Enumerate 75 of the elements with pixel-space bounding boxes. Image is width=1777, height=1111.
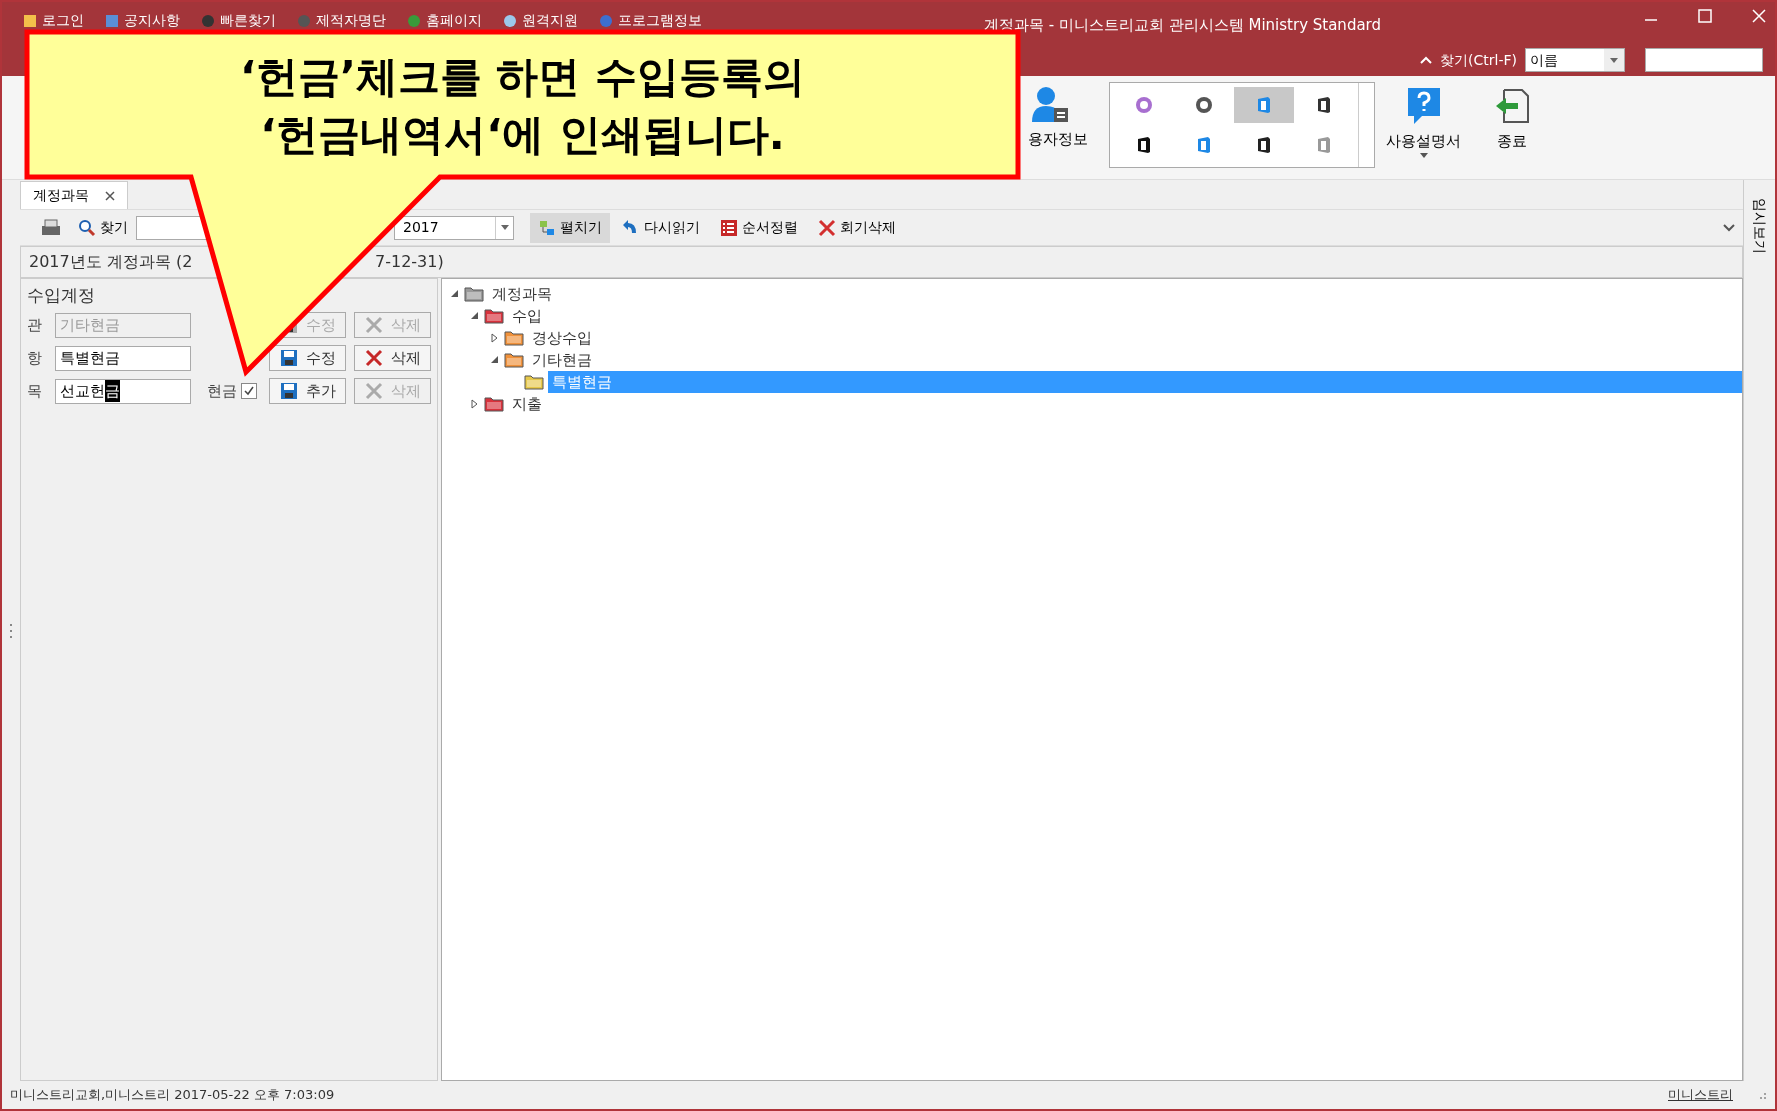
expanded-arrow-icon[interactable] — [450, 289, 460, 299]
menu-icon — [104, 12, 120, 29]
search-type-dropdown[interactable]: 이름 — [1525, 48, 1625, 72]
close-icon[interactable] — [105, 190, 115, 201]
search-icon — [78, 218, 96, 237]
toolbar-button[interactable]: 펼치기 — [530, 212, 610, 243]
menu-icon — [200, 12, 216, 29]
menu-item[interactable]: 프로그램정보 — [598, 10, 702, 31]
field-label: 관 — [27, 314, 43, 336]
collapse-icon[interactable] — [1420, 55, 1433, 65]
cash-checkbox[interactable] — [241, 383, 258, 399]
resize-grip-icon[interactable] — [1757, 1090, 1767, 1100]
menu-item[interactable]: 홈페이지 — [406, 10, 482, 31]
caret-icon — [1419, 152, 1428, 159]
delete-icon — [364, 316, 383, 334]
theme-icon — [1134, 95, 1154, 115]
menu-item[interactable]: 로그인 — [22, 10, 84, 31]
check-icon — [243, 385, 256, 397]
toolbar-button[interactable]: 회기삭제 — [810, 212, 904, 243]
tree-item[interactable]: 수입 — [508, 304, 546, 328]
menu-icon — [22, 12, 38, 29]
theme-icon — [1194, 95, 1214, 115]
menu-icon — [406, 12, 422, 29]
tree-item[interactable]: 기타현금 — [528, 348, 596, 372]
expanded-arrow-icon[interactable] — [490, 355, 500, 365]
panel-title: 2017년도 계정과목 (2 — [29, 251, 193, 273]
delete-icon — [364, 349, 383, 367]
delete-button[interactable]: 삭제 — [354, 345, 431, 371]
text-input[interactable]: 선교헌금 — [54, 378, 191, 404]
menu-item[interactable]: 제적자명단 — [296, 10, 386, 31]
printer-icon[interactable] — [40, 217, 62, 238]
menu-icon — [502, 12, 518, 29]
menu-item[interactable]: 빠른찾기 — [200, 10, 276, 31]
checkbox-label: 현금 — [207, 380, 238, 402]
delete-icon — [364, 382, 383, 400]
status-text: 미니스트리교회,미니스트리 2017-05-22 오후 7:03:09 — [10, 1086, 335, 1105]
collapsed-arrow-icon[interactable] — [490, 333, 500, 343]
status-link[interactable]: 미니스트리 — [1668, 1085, 1733, 1105]
save-button[interactable]: 추가 — [269, 378, 347, 404]
chevron-down-icon[interactable] — [1723, 223, 1735, 232]
menu-icon — [598, 12, 614, 29]
expand-tree-icon — [538, 218, 556, 237]
callout-text: ‘헌금’체크를 하면 수입등록의 ‘헌금내역서‘에 인쇄됩니다. — [238, 51, 807, 161]
toolbar-button[interactable]: 순서정렬 — [712, 212, 806, 243]
user-info-icon[interactable] — [1030, 84, 1070, 124]
exit-button[interactable]: 종료 — [1492, 86, 1532, 153]
menu-icon — [296, 12, 312, 29]
search-input[interactable] — [1645, 48, 1763, 72]
maximize-icon[interactable] — [1697, 8, 1713, 24]
expanded-arrow-icon[interactable] — [470, 311, 480, 321]
tree-item[interactable]: 계정과목 — [488, 282, 556, 306]
menu-item[interactable]: 원격지원 — [502, 10, 578, 31]
menu-item[interactable]: 공지사항 — [104, 10, 180, 31]
help-button[interactable]: 사용설명서 — [1386, 86, 1461, 159]
find-button[interactable]: 찾기 — [78, 217, 128, 238]
ribbon-label: 용자정보 — [1028, 129, 1088, 150]
tree-item[interactable]: 지출 — [508, 392, 546, 416]
sort-icon — [720, 218, 738, 237]
save-button[interactable]: 수정 — [269, 345, 347, 371]
collapsed-arrow-icon[interactable] — [470, 399, 480, 409]
delete-icon — [818, 218, 836, 237]
document-tab[interactable]: 계정과목 — [20, 181, 128, 209]
text-input[interactable]: 특별현금 — [54, 345, 191, 371]
tree-item[interactable]: 경상수입 — [528, 326, 596, 350]
panel-title: 7-12-31) — [375, 251, 444, 273]
form-title: 수입계정 — [27, 284, 96, 307]
side-tab[interactable]: 임시보기 — [1749, 198, 1770, 254]
field-label: 항 — [27, 347, 43, 369]
field-label: 목 — [27, 380, 43, 402]
search-label: 찾기(Ctrl-F) — [1440, 50, 1517, 70]
dropdown-arrow-icon — [500, 225, 509, 230]
dropdown-value: 이름 — [1529, 50, 1559, 70]
toolbar-button[interactable]: 다시읽기 — [614, 212, 708, 243]
year-dropdown[interactable]: 2017 — [394, 215, 514, 240]
splitter-grip-icon[interactable] — [9, 622, 13, 639]
